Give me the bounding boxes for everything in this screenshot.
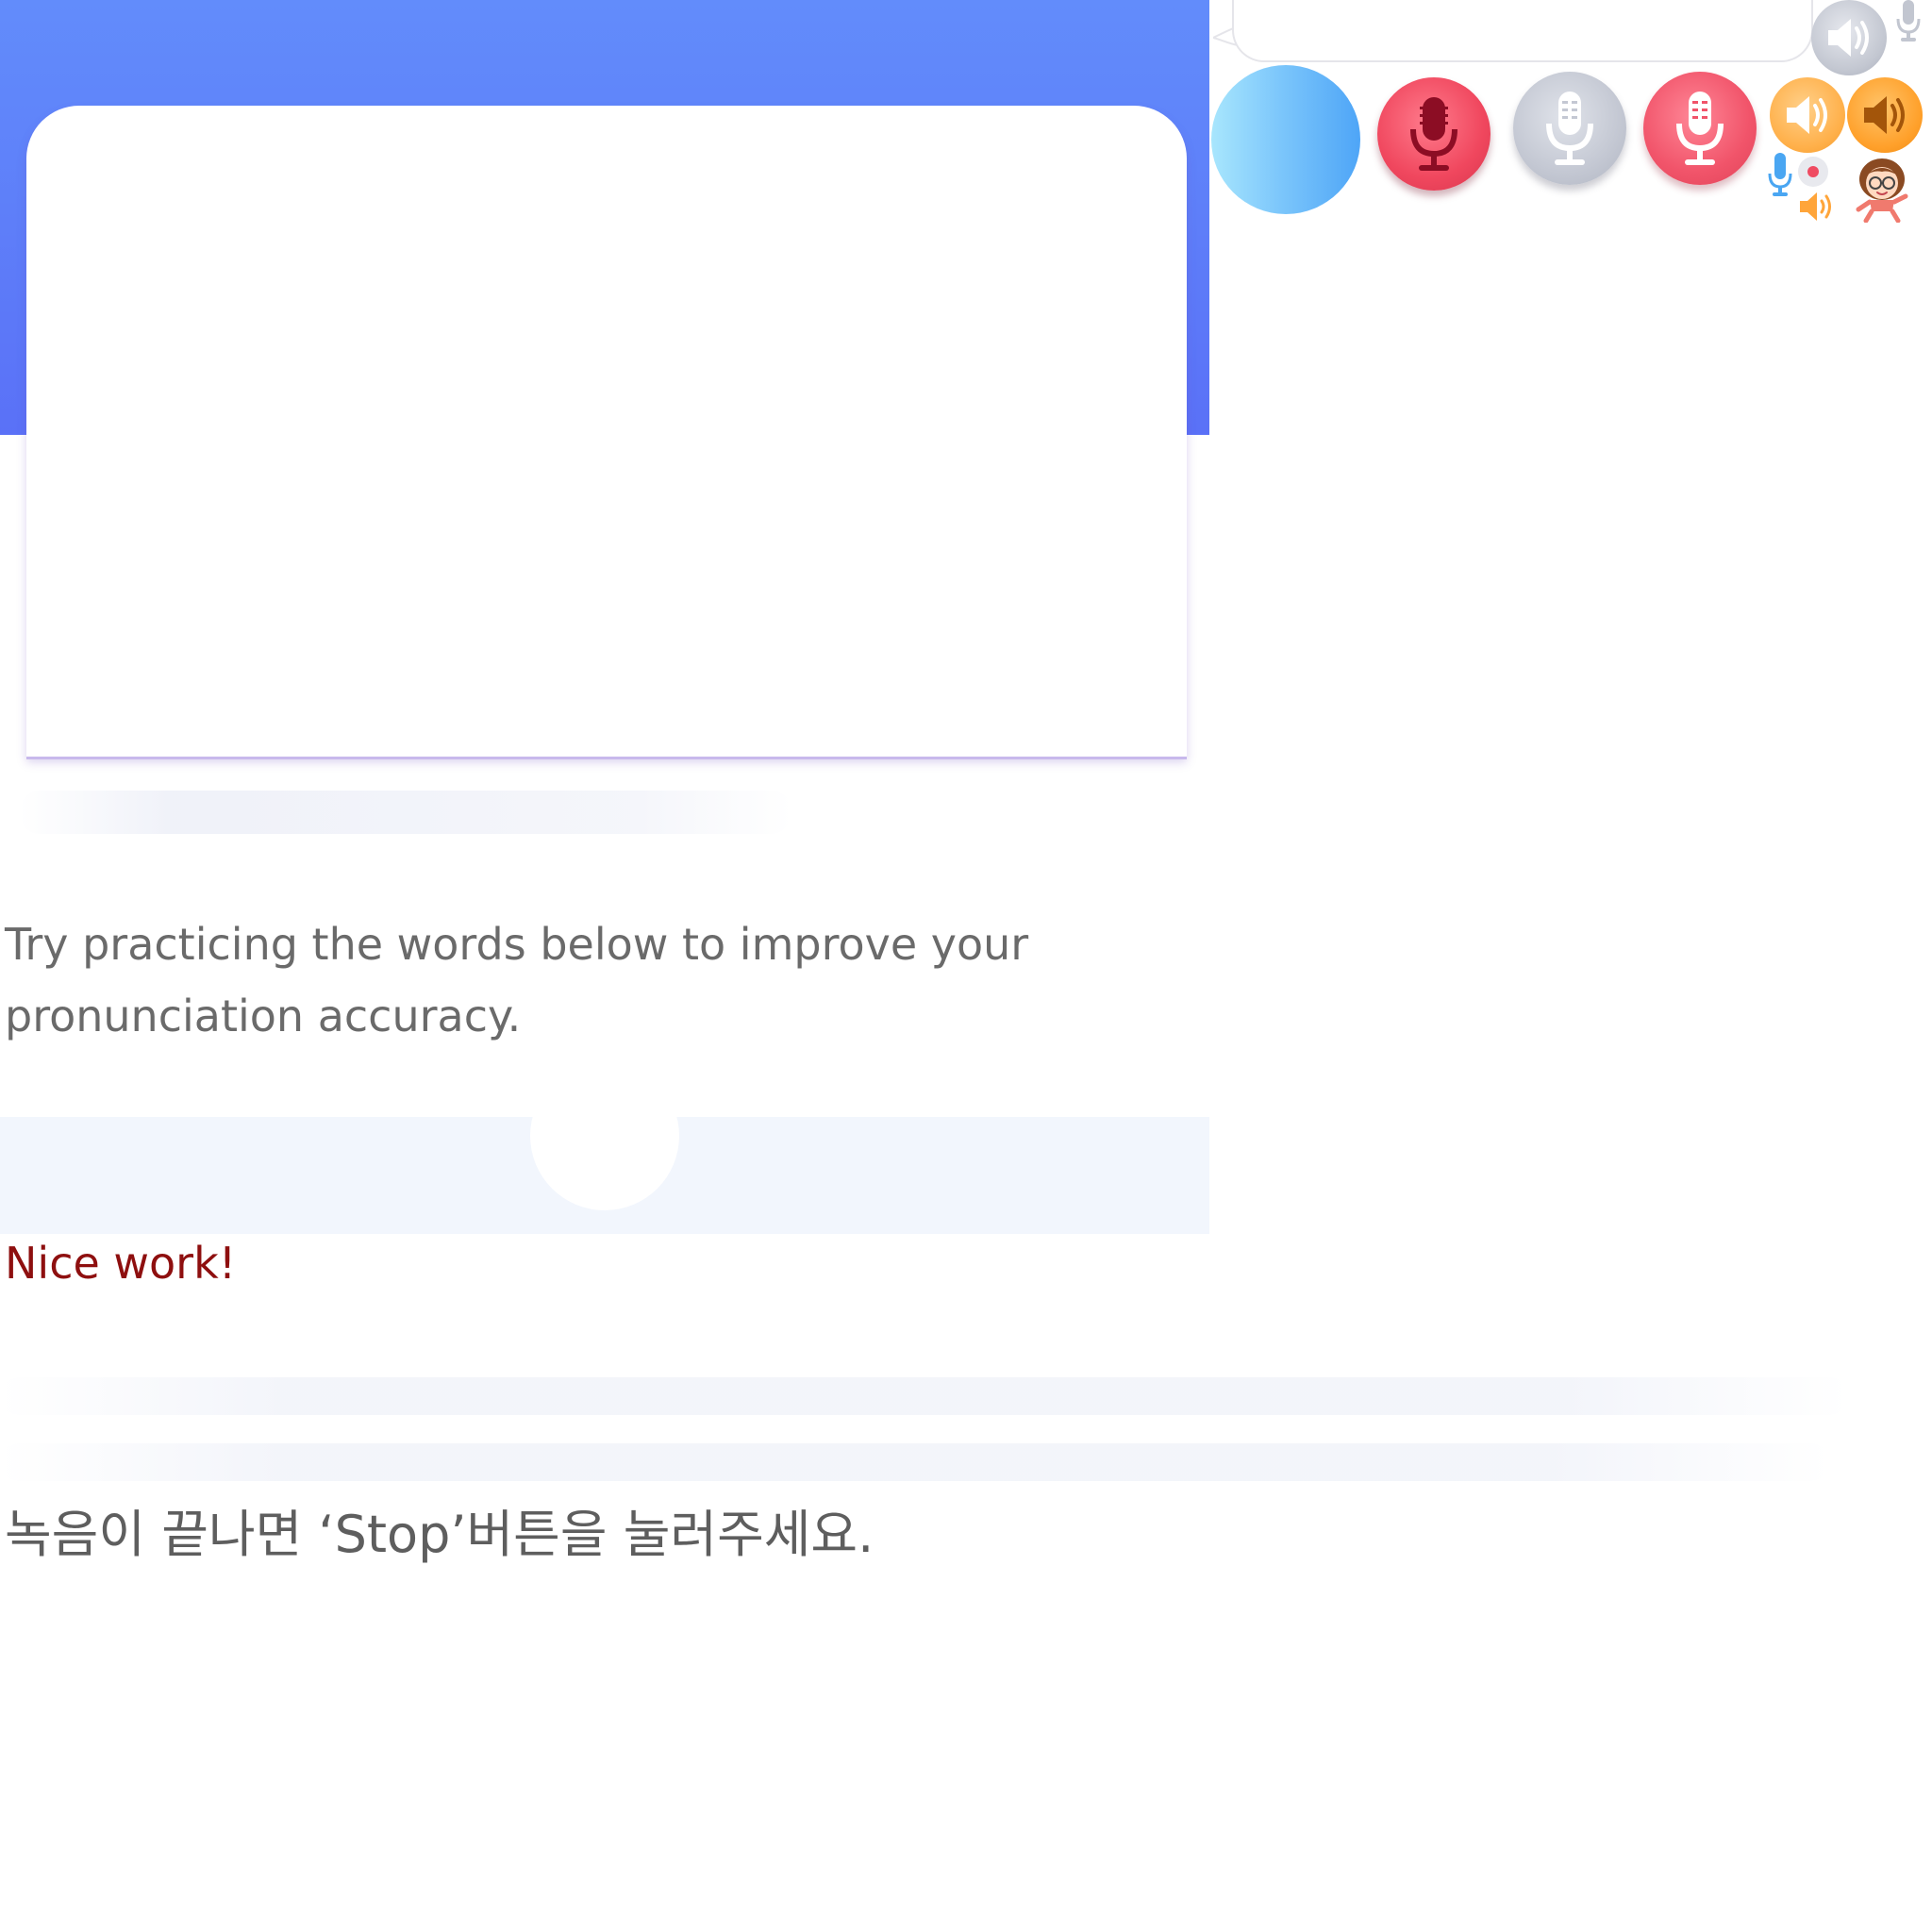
record-dot-icon xyxy=(1798,157,1828,187)
blue-circle-button[interactable] xyxy=(1211,65,1360,214)
speaker-icon xyxy=(1864,96,1905,134)
score-band-notch xyxy=(530,1061,679,1210)
mic-record-active-button[interactable] xyxy=(1377,77,1491,191)
practice-message: Try practicing the words below to improv… xyxy=(5,919,1029,1041)
mic-icon xyxy=(1546,92,1593,165)
teacher-avatar xyxy=(1856,158,1908,223)
mic-record-button[interactable] xyxy=(1643,72,1757,185)
speaker-icon xyxy=(1828,19,1869,57)
result-card xyxy=(26,106,1187,757)
faint-placeholder-row xyxy=(0,1377,1849,1415)
speaker-small-orange-icon xyxy=(1800,192,1831,221)
mic-record-disabled-button[interactable] xyxy=(1513,72,1626,185)
mic-small-gray-icon xyxy=(1896,0,1921,42)
speaker-disabled-button[interactable] xyxy=(1811,0,1887,75)
speaker-icon xyxy=(1787,96,1827,134)
record-stop-hint: 녹음이 끝나면 ‘Stop’버튼을 눌러주세요. xyxy=(5,1505,874,1564)
faint-placeholder-line xyxy=(19,791,792,834)
mic-icon xyxy=(1676,92,1724,165)
mic-small-blue-icon xyxy=(1768,153,1792,196)
speaker-playing-button[interactable] xyxy=(1847,77,1923,153)
faint-placeholder-row xyxy=(0,1443,1830,1481)
speaker-play-button[interactable] xyxy=(1770,77,1845,153)
speech-bubble xyxy=(1232,0,1813,62)
mic-icon xyxy=(1410,97,1457,171)
feedback-text: Nice work! xyxy=(5,1238,237,1289)
